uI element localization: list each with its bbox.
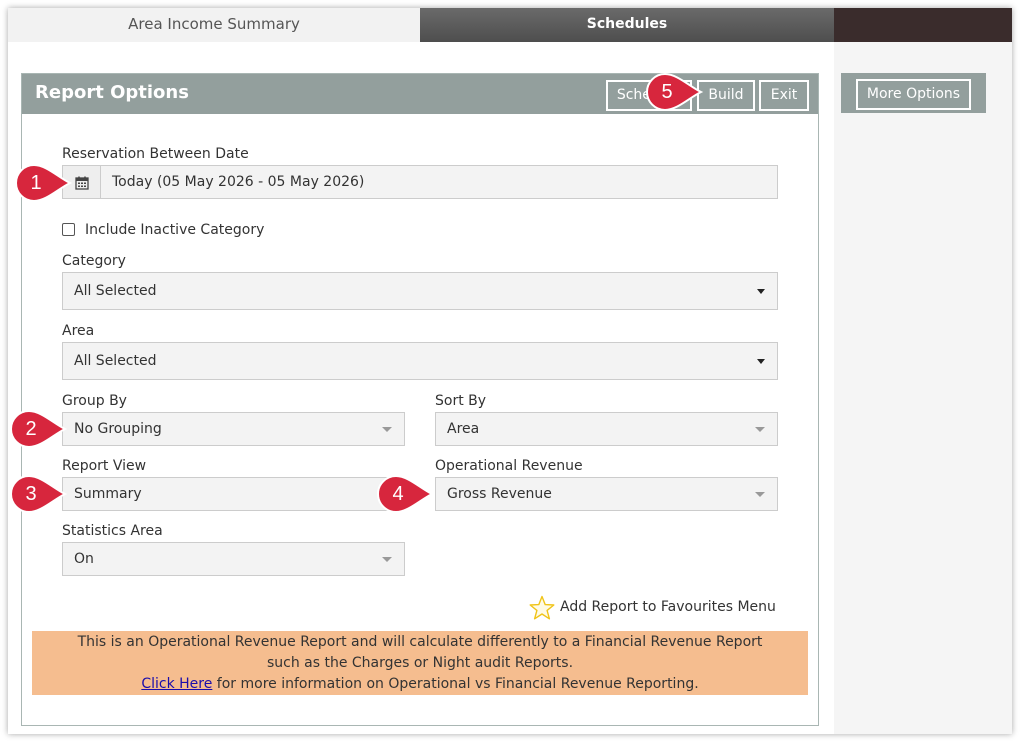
- tab-bar-filler: [834, 8, 1012, 42]
- category-value: All Selected: [74, 283, 157, 299]
- sort-by-select[interactable]: Area: [435, 412, 778, 446]
- notice-line-2: such as the Charges or Night audit Repor…: [266, 655, 574, 671]
- build-button[interactable]: Build: [697, 80, 755, 111]
- notice-line-3: Click Here for more information on Opera…: [32, 674, 808, 695]
- callout-number: 5: [661, 81, 673, 103]
- chevron-down-icon: [757, 289, 765, 294]
- operational-revenue-value: Gross Revenue: [447, 486, 552, 502]
- operational-revenue-select[interactable]: Gross Revenue: [435, 477, 778, 511]
- area-select[interactable]: All Selected: [62, 342, 778, 380]
- statistics-area-label: Statistics Area: [62, 523, 163, 539]
- click-here-link[interactable]: Click Here: [141, 676, 212, 692]
- category-label: Category: [62, 253, 126, 269]
- more-options-container: More Options: [841, 73, 986, 113]
- more-options-button[interactable]: More Options: [856, 79, 971, 110]
- chevron-down-icon: [757, 359, 765, 364]
- report-view-select[interactable]: Summary: [62, 477, 405, 511]
- exit-button[interactable]: Exit: [759, 80, 809, 111]
- date-label: Reservation Between Date: [62, 146, 249, 162]
- statistics-area-value: On: [74, 551, 94, 567]
- notice-line-3-text: for more information on Operational vs F…: [212, 676, 699, 692]
- callout-number: 1: [30, 172, 42, 194]
- report-view-label: Report View: [62, 458, 147, 474]
- tab-bar: Area Income Summary Schedules: [8, 8, 1012, 42]
- chevron-down-icon: [382, 427, 392, 432]
- callout-number: 4: [392, 483, 404, 505]
- notice-line-1: This is an Operational Revenue Report an…: [77, 634, 763, 650]
- chevron-down-icon: [382, 557, 392, 562]
- statistics-area-select[interactable]: On: [62, 542, 405, 576]
- panel-title: Report Options: [35, 82, 189, 103]
- group-by-value: No Grouping: [74, 421, 162, 437]
- group-by-label: Group By: [62, 393, 127, 409]
- chevron-down-icon: [755, 427, 765, 432]
- category-select[interactable]: All Selected: [62, 272, 778, 310]
- sort-by-value: Area: [447, 421, 480, 437]
- include-inactive-checkbox[interactable]: [62, 223, 75, 236]
- callout-number: 2: [25, 418, 37, 440]
- add-to-favourites-label: Add Report to Favourites Menu: [560, 599, 776, 615]
- star-outline-icon: [529, 595, 555, 620]
- calendar-icon: [75, 176, 89, 190]
- chevron-down-icon: [755, 492, 765, 497]
- sort-by-label: Sort By: [435, 393, 487, 409]
- include-inactive-label: Include Inactive Category: [85, 222, 265, 238]
- area-value: All Selected: [74, 353, 157, 369]
- report-view-value: Summary: [74, 486, 142, 502]
- callout-number: 3: [25, 483, 37, 505]
- area-label: Area: [62, 323, 95, 339]
- operational-revenue-label: Operational Revenue: [435, 458, 583, 474]
- tab-area-income-summary[interactable]: Area Income Summary: [8, 8, 420, 42]
- tab-schedules[interactable]: Schedules: [420, 8, 834, 42]
- side-column: [834, 42, 1012, 734]
- date-range-input[interactable]: Today (05 May 2026 - 05 May 2026): [100, 165, 778, 199]
- operational-revenue-notice: This is an Operational Revenue Report an…: [32, 631, 808, 695]
- group-by-select[interactable]: No Grouping: [62, 412, 405, 446]
